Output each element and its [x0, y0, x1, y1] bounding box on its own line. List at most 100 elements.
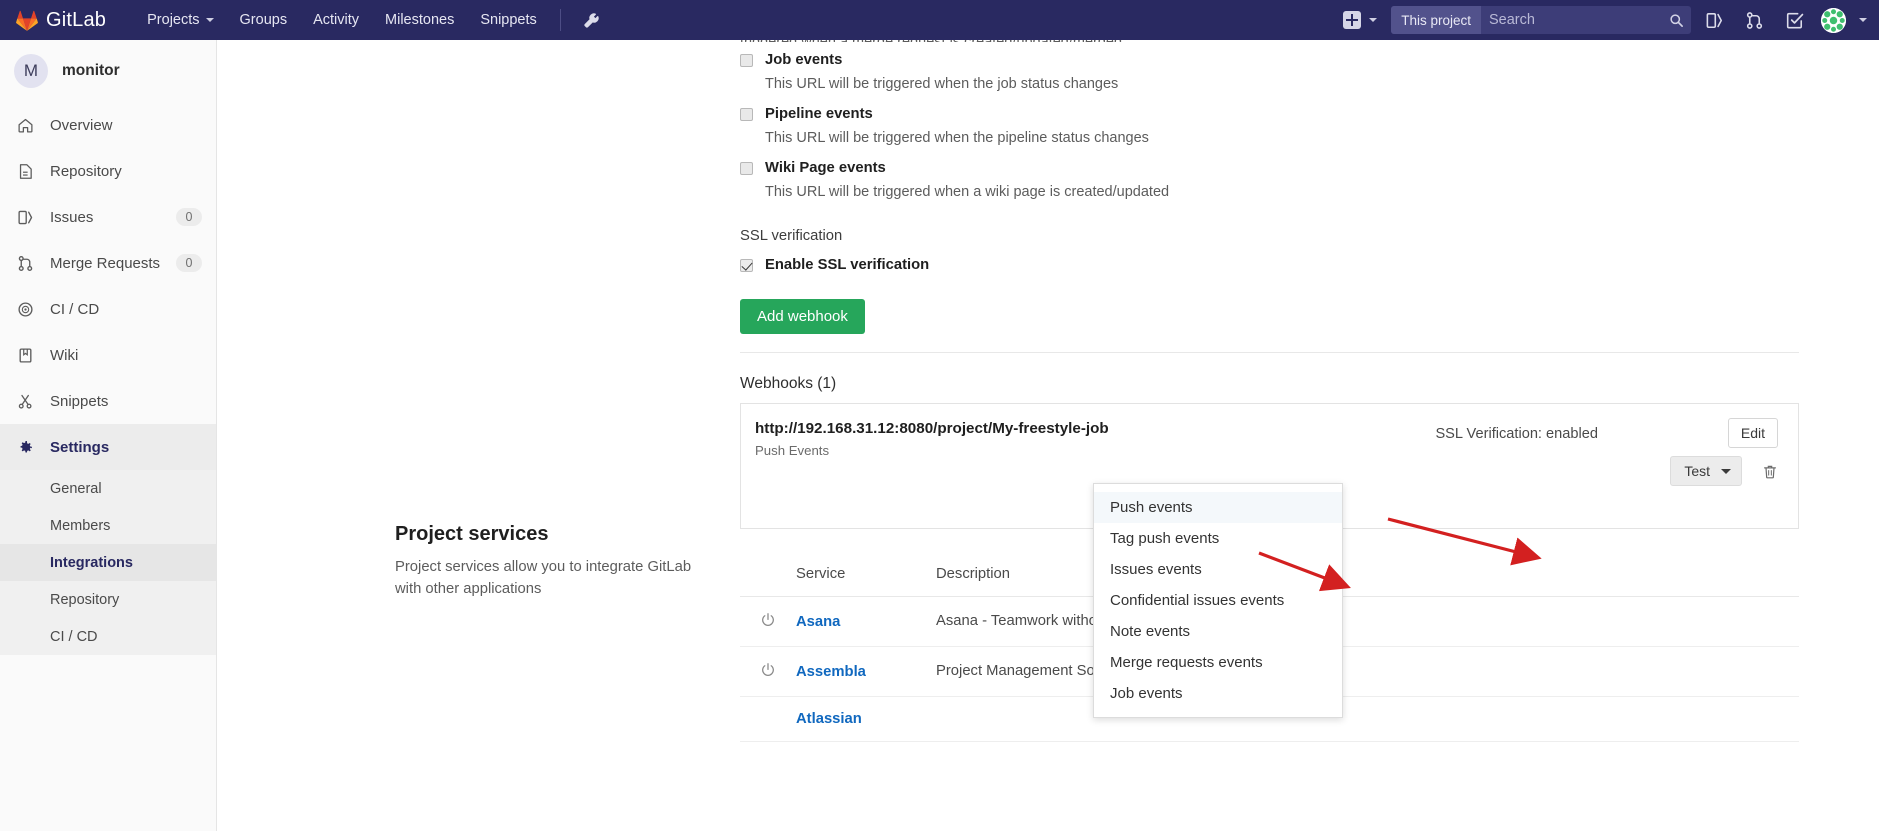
webhook-edit-button[interactable]: Edit — [1727, 418, 1778, 448]
sidebar-subitem-general[interactable]: General — [0, 470, 216, 507]
project-services-header: Project services Project services allow … — [395, 523, 695, 600]
sidebar-item-merge-requests[interactable]: Merge Requests 0 — [0, 240, 216, 286]
trash-icon — [1764, 465, 1776, 478]
chevron-down-icon — [205, 18, 214, 22]
dropdown-item-tag-push-events[interactable]: Tag push events — [1094, 523, 1342, 554]
chevron-down-icon — [1721, 468, 1731, 474]
dropdown-item-merge-requests-events[interactable]: Merge requests events — [1094, 647, 1342, 678]
project-services-description: Project services allow you to integrate … — [395, 559, 692, 597]
search-scope-button[interactable]: This project — [1391, 6, 1481, 34]
job-events-checkbox[interactable] — [740, 54, 753, 67]
service-name-link[interactable]: Assembla — [796, 664, 866, 680]
event-wiki-page-events[interactable]: Wiki Page events — [740, 158, 1440, 178]
webhook-delete-button[interactable] — [1756, 459, 1784, 484]
ssl-checkbox-label: Enable SSL verification — [765, 257, 930, 273]
dropdown-item-push-events[interactable]: Push events — [1094, 492, 1342, 523]
wiki-page-events-checkbox[interactable] — [740, 162, 753, 175]
event-description: This URL will be triggered when the job … — [765, 76, 1119, 92]
sidebar-item-wiki[interactable]: Wiki — [0, 332, 216, 378]
todos-icon — [1786, 12, 1803, 28]
gitlab-fox-logo — [16, 10, 38, 31]
issues-count-badge: 0 — [176, 208, 202, 226]
chevron-down-icon — [1369, 18, 1378, 22]
event-job-events[interactable]: Job events — [740, 50, 1440, 70]
nav-projects-label: Projects — [147, 12, 200, 28]
search-input[interactable] — [1481, 6, 1661, 34]
dropdown-item-job-events[interactable]: Job events — [1094, 678, 1342, 709]
merge-requests-icon — [14, 255, 36, 272]
service-name-cell[interactable]: Assembla — [786, 646, 926, 697]
home-icon — [14, 117, 36, 134]
nav-milestones[interactable]: Milestones — [372, 0, 467, 40]
settings-section: Settings General Members Integrations Re… — [0, 424, 216, 655]
dropdown-item-note-events[interactable]: Note events — [1094, 616, 1342, 647]
service-toggle-cell[interactable] — [740, 696, 786, 742]
ssl-section-label: SSL verification — [740, 228, 843, 244]
admin-area-button[interactable] — [571, 0, 612, 40]
search-icon — [1669, 13, 1683, 27]
sidebar-item-repository[interactable]: Repository — [0, 148, 216, 194]
nav-groups[interactable]: Groups — [227, 0, 301, 40]
sidebar-item-label: Wiki — [50, 346, 79, 364]
webhook-test-button[interactable]: Test — [1670, 456, 1742, 486]
service-name-cell[interactable]: Asana — [786, 596, 926, 647]
nav-snippets[interactable]: Snippets — [467, 0, 549, 40]
issues-nav-button[interactable] — [1697, 0, 1731, 40]
merge-requests-nav-button[interactable] — [1737, 0, 1771, 40]
issues-icon — [14, 209, 36, 226]
sidebar-item-label: Settings — [50, 438, 110, 456]
sidebar-subitem-ci-cd[interactable]: CI / CD — [0, 618, 216, 655]
service-actions-cell — [1679, 596, 1799, 647]
event-pipeline-events[interactable]: Pipeline events — [740, 104, 1440, 124]
sidebar-project-header[interactable]: M monitor — [0, 40, 216, 102]
sidebar-subitem-integrations[interactable]: Integrations — [0, 544, 216, 581]
service-toggle-cell[interactable] — [740, 596, 786, 647]
pipeline-events-checkbox[interactable] — [740, 108, 753, 121]
nav-projects[interactable]: Projects — [134, 0, 226, 40]
merge-requests-count-badge: 0 — [176, 254, 202, 272]
service-name-link[interactable]: Atlassian — [796, 711, 862, 727]
project-services-title: Project services — [395, 523, 549, 545]
sidebar-item-issues[interactable]: Issues 0 — [0, 194, 216, 240]
service-toggle-cell[interactable] — [740, 646, 786, 697]
nav-activity[interactable]: Activity — [300, 0, 372, 40]
ssl-checkbox-row[interactable]: Enable SSL verification — [740, 255, 929, 275]
power-icon — [762, 612, 774, 626]
sidebar-subitem-members[interactable]: Members — [0, 507, 216, 544]
service-name-link[interactable]: Asana — [796, 614, 840, 630]
dropdown-item-issues-events[interactable]: Issues events — [1094, 554, 1342, 585]
gitlab-logo-link[interactable]: GitLab — [16, 0, 106, 40]
plus-icon — [1343, 11, 1362, 29]
service-name-cell[interactable]: Atlassian — [786, 696, 926, 742]
sidebar-item-label: Overview — [50, 116, 113, 134]
dropdown-item-confidential-issues-events[interactable]: Confidential issues events — [1094, 585, 1342, 616]
webhook-url[interactable]: http://192.168.31.12:8080/project/My-fre… — [755, 420, 1109, 437]
service-actions-cell — [1679, 646, 1799, 697]
todos-nav-button[interactable] — [1777, 0, 1811, 40]
webhooks-heading: Webhooks (1) — [740, 375, 837, 392]
sidebar-item-label: CI / CD — [50, 300, 100, 318]
enable-ssl-verification-checkbox[interactable] — [740, 259, 753, 272]
rocket-icon — [14, 301, 36, 318]
event-title: Wiki Page events — [765, 160, 886, 176]
webhook-actions: Test — [1670, 456, 1784, 486]
user-menu-button[interactable] — [1811, 7, 1867, 33]
search-submit-button[interactable] — [1661, 6, 1691, 34]
issues-icon — [1706, 12, 1722, 28]
sidebar-subitem-repository[interactable]: Repository — [0, 581, 216, 618]
main-content: triggered when a merge request is create… — [217, 40, 1879, 831]
sidebar-item-snippets[interactable]: Snippets — [0, 378, 216, 424]
event-title: Job events — [765, 52, 843, 68]
sidebar-item-overview[interactable]: Overview — [0, 102, 216, 148]
primary-nav: Projects Groups Activity Milestones Snip… — [134, 0, 612, 40]
power-icon — [762, 662, 774, 676]
wrench-icon — [584, 12, 599, 28]
webhook-info: http://192.168.31.12:8080/project/My-fre… — [755, 420, 1109, 458]
webhook-ssl-status: SSL Verification: enabled — [1435, 426, 1598, 442]
navbar-right: This project — [1333, 0, 1879, 40]
sidebar-item-settings[interactable]: Settings — [0, 424, 216, 470]
new-item-button[interactable] — [1333, 0, 1383, 40]
sidebar-item-ci-cd[interactable]: CI / CD — [0, 286, 216, 332]
add-webhook-button[interactable]: Add webhook — [740, 299, 865, 334]
event-title: Pipeline events — [765, 106, 873, 122]
